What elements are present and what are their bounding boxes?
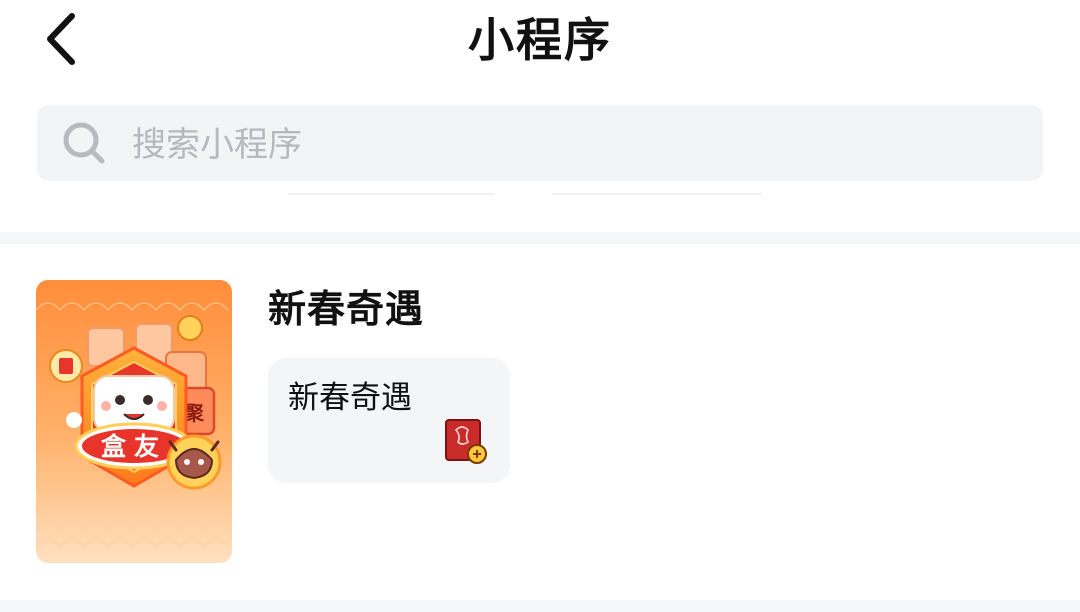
- thumbnail-illustration: 聚 盒友: [36, 280, 232, 563]
- section-divider: [0, 232, 1080, 244]
- mini-program-thumbnail[interactable]: 聚 盒友: [36, 280, 232, 563]
- tab-indicator-left: [288, 193, 494, 195]
- search-input[interactable]: [132, 122, 1012, 168]
- bottom-divider: [0, 600, 1080, 612]
- search-icon: [63, 122, 105, 164]
- navigation-bar: 小程序: [0, 0, 1080, 96]
- page-title: 小程序: [468, 13, 612, 67]
- mini-program-card[interactable]: 新春奇遇: [268, 358, 510, 483]
- mini-program-title: 新春奇遇: [268, 287, 425, 331]
- red-envelope-icon: [445, 419, 487, 464]
- mini-program-card-title: 新春奇遇: [288, 380, 412, 416]
- thumbnail-logo-text: 盒友: [100, 432, 167, 461]
- tab-indicator-right: [552, 193, 762, 195]
